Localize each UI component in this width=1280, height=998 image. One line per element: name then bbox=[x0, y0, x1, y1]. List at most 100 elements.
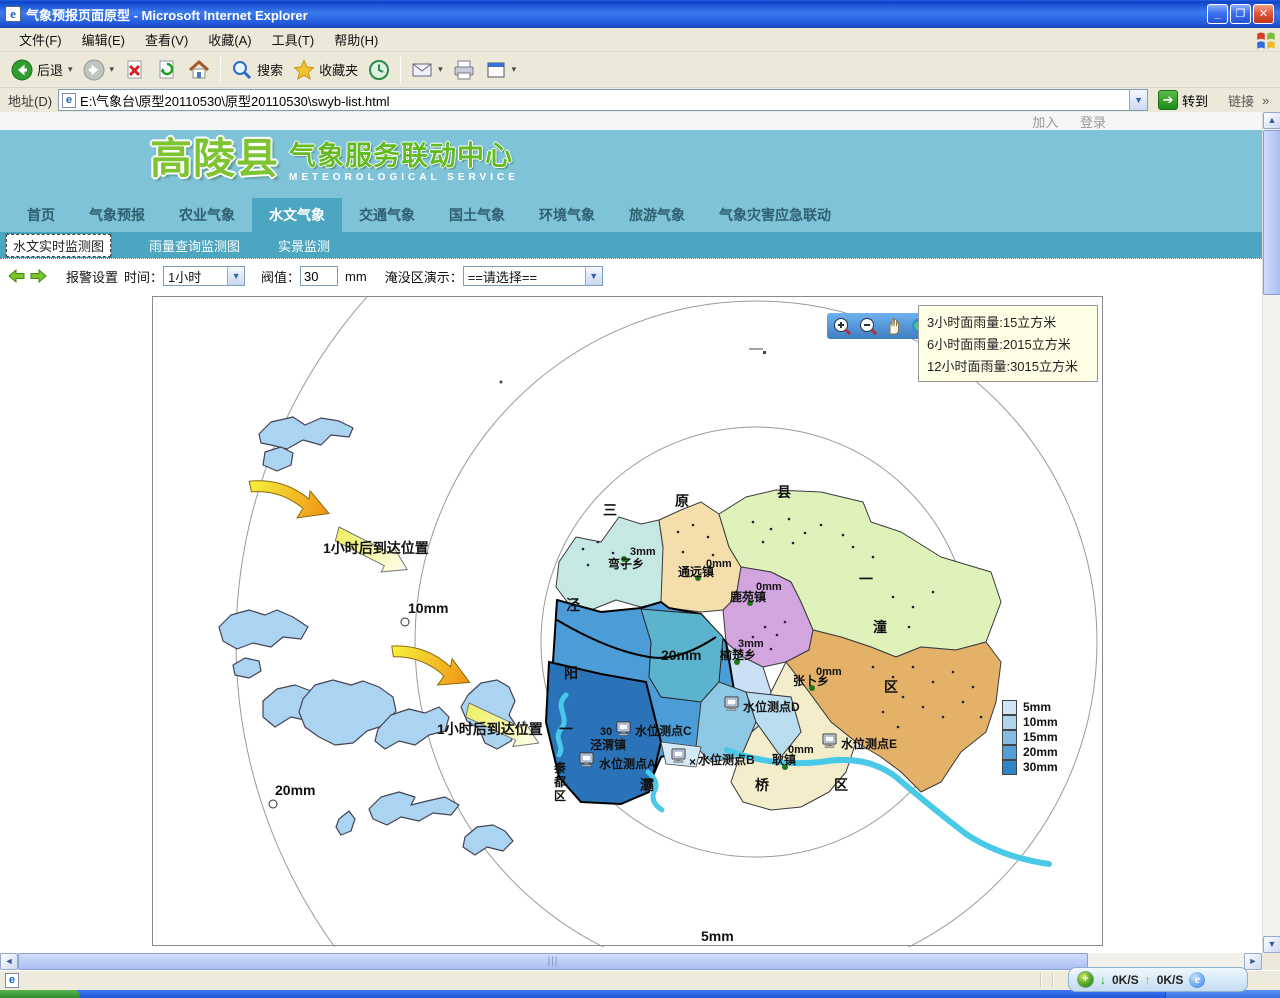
station-label-b[interactable]: 水位测点B bbox=[698, 752, 755, 767]
place-label: 潼 bbox=[873, 619, 887, 635]
tab-agriculture[interactable]: 农业气象 bbox=[162, 198, 252, 232]
favorites-button[interactable]: 收藏夹 bbox=[288, 56, 363, 84]
township-rain: 3mm bbox=[738, 638, 764, 650]
address-dropdown-icon[interactable]: ▼ bbox=[1129, 90, 1147, 110]
login-link[interactable]: 登录 bbox=[1080, 115, 1106, 130]
rainfall-12h: 12小时面雨量:3015立方米 bbox=[927, 356, 1089, 375]
next-arrow-icon[interactable] bbox=[30, 269, 47, 283]
minimize-button[interactable]: _ bbox=[1207, 4, 1228, 24]
print-icon bbox=[453, 59, 475, 81]
ie-tray-icon[interactable]: e bbox=[1189, 972, 1205, 988]
search-icon bbox=[231, 59, 253, 81]
subnav-rain-query[interactable]: 雨量查询监测图 bbox=[149, 236, 240, 255]
logo-county-text: 高陵县 bbox=[150, 136, 279, 182]
history-button[interactable] bbox=[363, 56, 395, 84]
township-rain: 3mm bbox=[630, 546, 656, 558]
pan-hand-icon[interactable] bbox=[884, 316, 904, 336]
stop-icon bbox=[124, 59, 146, 81]
menu-file[interactable]: 文件(F) bbox=[10, 27, 71, 52]
threshold-input[interactable] bbox=[300, 266, 338, 286]
tab-land[interactable]: 国土气象 bbox=[432, 198, 522, 232]
links-more-icon[interactable]: » bbox=[1262, 93, 1269, 108]
tab-tourism[interactable]: 旅游气象 bbox=[612, 198, 702, 232]
main-nav: 首页 气象预报 农业气象 水文气象 交通气象 国土气象 环境气象 旅游气象 气象… bbox=[0, 198, 1262, 232]
tab-traffic[interactable]: 交通气象 bbox=[342, 198, 432, 232]
time-select-arrow-icon: ▼ bbox=[227, 267, 244, 285]
download-speed: 0K/S bbox=[1112, 973, 1139, 987]
flood-demo-select[interactable]: ==请选择== ▼ bbox=[463, 266, 603, 286]
home-button[interactable] bbox=[183, 56, 215, 84]
menu-view[interactable]: 查看(V) bbox=[136, 27, 197, 52]
search-label: 搜索 bbox=[257, 60, 283, 79]
subnav-realtime-monitor[interactable]: 水文实时监测图 bbox=[6, 234, 111, 257]
vertical-scrollbar[interactable]: ▲ ▼ bbox=[1262, 112, 1280, 953]
time-select[interactable]: 1小时 ▼ bbox=[163, 266, 245, 286]
address-url: E:\气象台\原型20110530\原型20110530\swyb-list.h… bbox=[80, 91, 390, 110]
place-label: 都 bbox=[553, 774, 566, 789]
links-label[interactable]: 链接 bbox=[1228, 91, 1254, 110]
red-town-value: 30 bbox=[600, 726, 612, 738]
legend-swatch bbox=[1002, 745, 1017, 760]
tab-home[interactable]: 首页 bbox=[10, 198, 72, 232]
stop-button[interactable] bbox=[119, 56, 151, 84]
tab-weather-forecast[interactable]: 气象预报 bbox=[72, 198, 162, 232]
zoom-in-icon[interactable] bbox=[832, 316, 852, 336]
weather-map[interactable]: 10mm 20mm 5mm bbox=[153, 297, 1104, 947]
station-label-e[interactable]: 水位测点E bbox=[841, 736, 897, 751]
favorites-label: 收藏夹 bbox=[319, 60, 358, 79]
forward-button[interactable]: ▾ bbox=[78, 56, 120, 84]
go-arrow-icon: ➔ bbox=[1158, 90, 1178, 110]
township-rain: 0mm bbox=[788, 744, 814, 756]
place-label: 县 bbox=[777, 484, 791, 500]
township-rain: 0mm bbox=[706, 558, 732, 570]
legend-label: 5mm bbox=[1023, 700, 1051, 714]
menu-favorites[interactable]: 收藏(A) bbox=[199, 27, 260, 52]
address-input[interactable]: e E:\气象台\原型20110530\原型20110530\swyb-list… bbox=[58, 89, 1148, 111]
vertical-scroll-thumb[interactable] bbox=[1263, 130, 1280, 295]
mail-button[interactable]: ▾ bbox=[406, 56, 448, 84]
tab-hydrology[interactable]: 水文气象 bbox=[252, 198, 342, 232]
go-button[interactable]: ➔ 转到 bbox=[1156, 89, 1214, 111]
restore-button[interactable]: ❐ bbox=[1230, 4, 1251, 24]
rainfall-6h: 6小时面雨量:2015立方米 bbox=[927, 334, 1089, 353]
tab-disaster-response[interactable]: 气象灾害应急联动 bbox=[702, 198, 848, 232]
controls-row: 报警设置 时间： 1小时 ▼ 阀值： mm 淹没区演示： ==请选择== ▼ bbox=[8, 265, 603, 287]
scroll-right-button[interactable]: ► bbox=[1244, 953, 1262, 970]
back-button[interactable]: 后退▾ bbox=[6, 56, 78, 84]
close-button[interactable]: ✕ bbox=[1253, 4, 1274, 24]
isoline-label-5mm: 5mm bbox=[701, 928, 734, 944]
menu-edit[interactable]: 编辑(E) bbox=[73, 27, 134, 52]
rain-front-value: 20mm bbox=[661, 647, 701, 663]
menu-tools[interactable]: 工具(T) bbox=[263, 27, 324, 52]
window-title: 气象预报页面原型 - Microsoft Internet Explorer bbox=[26, 5, 308, 24]
station-label-c[interactable]: 水位测点C bbox=[635, 723, 692, 738]
join-link[interactable]: 加入 bbox=[1032, 115, 1058, 130]
prev-arrow-icon[interactable] bbox=[8, 269, 25, 283]
scroll-left-button[interactable]: ◄ bbox=[0, 953, 18, 970]
isoline-label-10mm: 10mm bbox=[408, 600, 448, 616]
security-suite-icon[interactable]: + bbox=[1077, 971, 1094, 988]
storm-motion-arrow bbox=[385, 633, 476, 697]
tab-environment[interactable]: 环境气象 bbox=[522, 198, 612, 232]
station-label-d[interactable]: 水位测点D bbox=[743, 699, 800, 714]
legend-label: 15mm bbox=[1023, 730, 1058, 744]
refresh-button[interactable] bbox=[151, 56, 183, 84]
horizontal-scroll-thumb[interactable]: ||| bbox=[18, 953, 1088, 970]
net-speed-widget[interactable]: + ↓ 0K/S ↑ 0K/S e bbox=[1068, 967, 1248, 992]
search-button[interactable]: 搜索 bbox=[226, 56, 288, 84]
refresh-icon bbox=[156, 59, 178, 81]
favorites-star-icon bbox=[293, 59, 315, 81]
start-button[interactable] bbox=[0, 990, 80, 998]
rainfall-3h: 3小时面雨量:15立方米 bbox=[927, 312, 1089, 331]
print-button[interactable] bbox=[448, 56, 480, 84]
zoom-out-icon[interactable] bbox=[858, 316, 878, 336]
alarm-settings-label: 报警设置 bbox=[66, 267, 118, 286]
place-label: 桥 bbox=[755, 777, 770, 793]
forward-icon bbox=[83, 59, 105, 81]
scroll-down-button[interactable]: ▼ bbox=[1263, 936, 1280, 953]
station-label-a[interactable]: 水位测点A bbox=[599, 756, 656, 771]
scroll-up-button[interactable]: ▲ bbox=[1263, 112, 1280, 129]
edit-button[interactable]: ▾ bbox=[480, 56, 522, 84]
menu-help[interactable]: 帮助(H) bbox=[325, 27, 387, 52]
subnav-live-view[interactable]: 实景监测 bbox=[278, 236, 330, 255]
